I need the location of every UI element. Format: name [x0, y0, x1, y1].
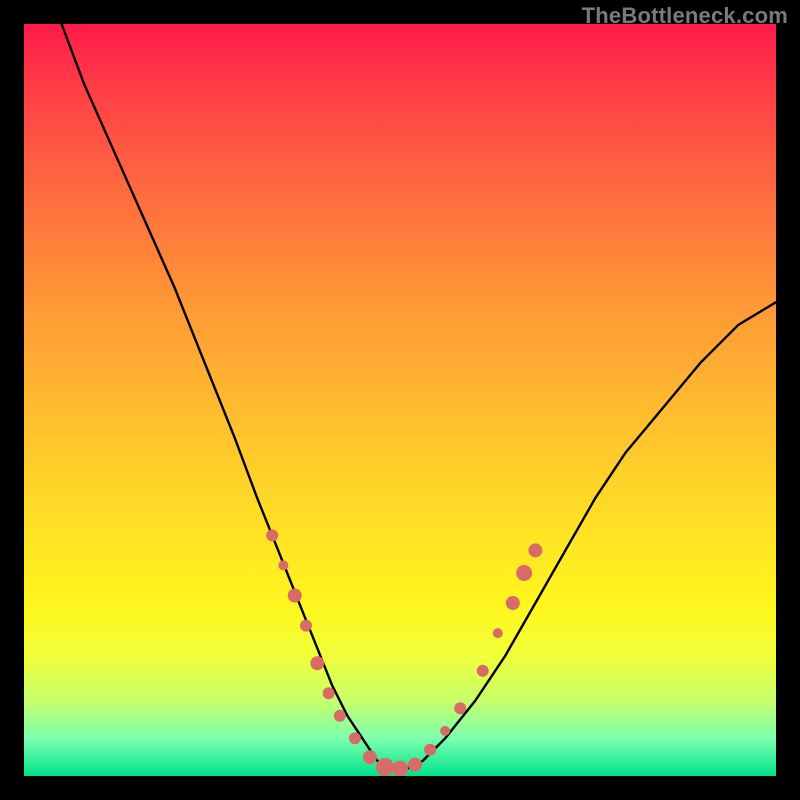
highlight-marker	[334, 710, 346, 722]
highlight-marker	[288, 589, 302, 603]
highlight-marker	[376, 758, 394, 776]
highlight-marker	[310, 656, 324, 670]
highlight-marker	[278, 560, 288, 570]
highlight-marker	[323, 687, 335, 699]
highlight-marker	[440, 726, 450, 736]
highlight-marker	[493, 628, 503, 638]
highlight-marker	[454, 702, 466, 714]
highlight-marker	[266, 529, 278, 541]
bottleneck-curve-path	[62, 24, 776, 769]
highlight-marker	[506, 596, 520, 610]
highlight-marker	[528, 543, 542, 557]
highlight-marker	[477, 665, 489, 677]
highlight-marker	[424, 744, 436, 756]
highlight-marker	[516, 565, 532, 581]
highlight-marker	[300, 620, 312, 632]
highlight-marker-group	[266, 529, 542, 776]
watermark-text: TheBottleneck.com	[582, 3, 788, 29]
highlight-marker	[349, 732, 361, 744]
highlight-marker	[363, 750, 377, 764]
highlight-marker	[392, 761, 408, 777]
bottleneck-chart	[24, 24, 776, 776]
highlight-marker	[408, 758, 422, 772]
